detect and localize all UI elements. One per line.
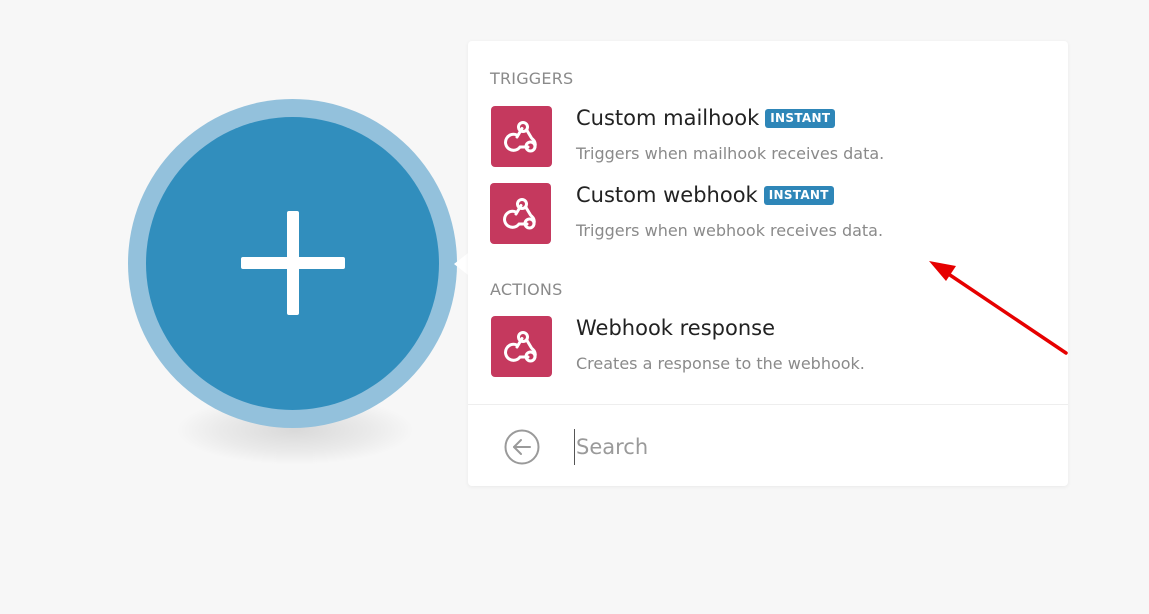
scenario-canvas: TRIGGERS Custom mailhook INSTANT Trigger… — [0, 0, 1149, 614]
annotation-arrow — [929, 261, 1068, 355]
